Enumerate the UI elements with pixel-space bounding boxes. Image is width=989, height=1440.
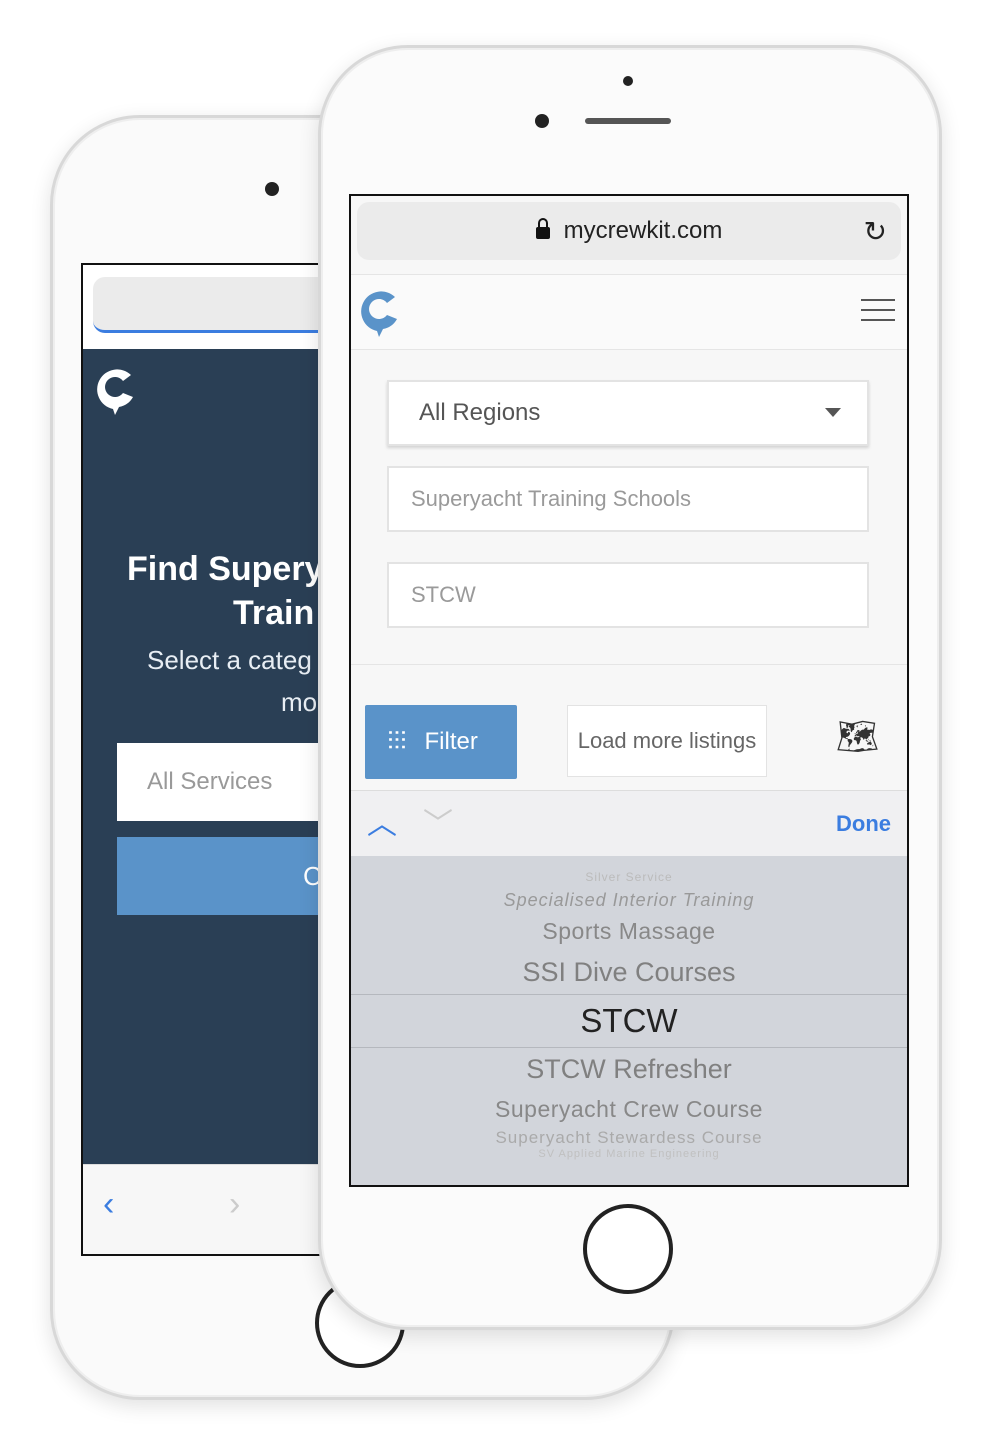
hamburger-menu-icon[interactable] [861, 299, 895, 321]
speaker [585, 118, 671, 124]
front-phone-screen: mycrewkit.com ↻ All Regions Superyacht T… [349, 194, 909, 1187]
front-phone: mycrewkit.com ↻ All Regions Superyacht T… [318, 45, 942, 1330]
picker-item[interactable]: Specialised Interior Training [351, 890, 907, 911]
home-button[interactable] [583, 1204, 673, 1294]
map-icon[interactable]: 🗺 [836, 717, 879, 757]
hero-title-line1: Find Supery [127, 550, 324, 588]
picker-item[interactable]: SV Applied Marine Engineering [351, 1148, 907, 1160]
service-field[interactable]: STCW [387, 562, 869, 628]
previous-field-icon[interactable]: ︿ [367, 799, 397, 843]
lock-icon [535, 218, 550, 239]
action-bar: ⫶⫶⫶ Filter Load more listings 🗺 [351, 664, 907, 790]
picker-item[interactable]: STCW Refresher [351, 1054, 907, 1085]
filter-button[interactable]: ⫶⫶⫶ Filter [365, 705, 517, 779]
picker-item[interactable]: Silver Service [351, 870, 907, 884]
logo-icon [97, 369, 133, 415]
service-picker[interactable]: Silver Service Specialised Interior Trai… [351, 856, 907, 1185]
dropdown-arrow-icon [825, 408, 841, 425]
region-select[interactable]: All Regions [387, 380, 869, 446]
done-button[interactable]: Done [836, 811, 891, 837]
picker-item[interactable]: Sports Massage [351, 918, 907, 945]
hero-subtitle-line2: mo [281, 687, 318, 717]
url-bar[interactable]: mycrewkit.com ↻ [357, 202, 901, 260]
url-text: mycrewkit.com [563, 217, 723, 244]
front-camera [535, 114, 549, 128]
back-nav-icon[interactable]: ‹ [103, 1185, 114, 1224]
region-select-value: All Regions [419, 399, 541, 426]
reload-icon[interactable]: ↻ [864, 215, 887, 248]
category-field[interactable]: Superyacht Training Schools [387, 466, 869, 532]
hero-subtitle-line1: Select a categ [147, 645, 312, 675]
picker-selected-item[interactable]: STCW [351, 1002, 907, 1040]
next-field-icon[interactable]: ﹀ [423, 799, 453, 843]
picker-toolbar: ︿ ﹀ Done [351, 790, 907, 856]
picker-selection: STCW [351, 994, 907, 1048]
front-camera [265, 182, 279, 196]
hero-title-line2: Train [233, 594, 315, 632]
forward-nav-icon[interactable]: › [229, 1185, 240, 1224]
filter-label: Filter [424, 728, 478, 755]
site-header [351, 274, 907, 350]
sliders-icon: ⫶⫶⫶ [387, 726, 407, 756]
sensor [623, 76, 633, 86]
picker-item[interactable]: Superyacht Crew Course [351, 1096, 907, 1123]
picker-item[interactable]: SSI Dive Courses [351, 957, 907, 988]
load-more-button[interactable]: Load more listings [567, 705, 767, 777]
picker-item[interactable]: Superyacht Stewardess Course [351, 1128, 907, 1148]
logo-icon[interactable] [357, 287, 401, 339]
